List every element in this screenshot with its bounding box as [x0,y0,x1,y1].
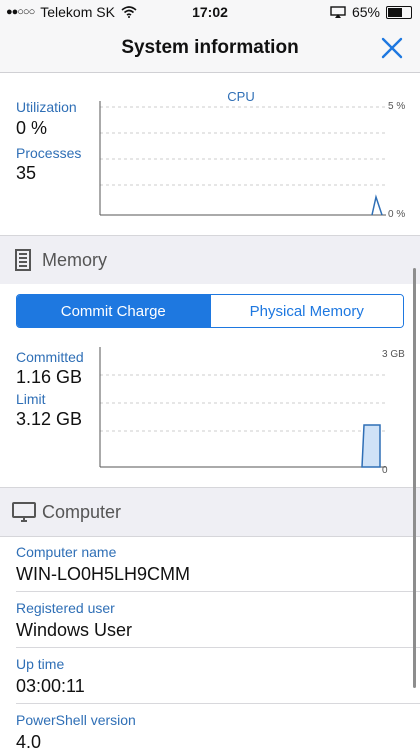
memory-chart [96,345,386,471]
cpu-y-max-label: 5 % [388,101,406,112]
cpu-section: Utilization 0 % Processes 35 CPU 5 % 0 % [0,73,420,233]
tab-commit-charge[interactable]: Commit Charge [17,295,210,327]
computer-header-title: Computer [42,502,122,522]
memory-chart-plot [99,347,386,468]
limit-label: Limit [16,391,46,407]
battery-percent: 65% [351,4,380,20]
battery-icon [386,5,412,19]
content-scroll-area[interactable]: Utilization 0 % Processes 35 CPU 5 % 0 % [0,73,420,750]
monitor-icon [12,502,36,522]
airplay-icon [330,6,346,18]
status-bar: ●●○○○ Telekom SK 17:02 65% [0,0,420,24]
navigation-bar: System information [0,24,420,73]
close-icon[interactable] [378,34,406,62]
committed-label: Committed [16,349,84,365]
utilization-value: 0 % [16,118,48,138]
memory-y-max-label: 3 GB [382,349,405,360]
memory-y-min-label: 0 [382,465,388,476]
page-title: System information [121,37,299,58]
limit-value: 3.12 GB [16,409,83,429]
memory-icon [15,249,31,271]
list-item: Registered user Windows User [0,592,420,648]
computer-section-header: Computer [0,487,420,537]
memory-segmented-control: Commit Charge Physical Memory [16,294,404,328]
registered-user-label: Registered user [16,600,115,616]
memory-section-header: Memory [0,235,420,285]
list-item: PowerShell version 4.0 [0,704,420,750]
cpu-chart: CPU [96,87,386,219]
up-time-value: 03:00:11 [16,676,85,696]
committed-value: 1.16 GB [16,367,83,387]
utilization-label: Utilization [16,99,77,115]
computer-name-label: Computer name [16,544,117,560]
tab-physical-memory[interactable]: Physical Memory [209,295,403,327]
powershell-version-label: PowerShell version [16,712,136,728]
cpu-chart-plot [99,101,386,216]
list-item: Up time 03:00:11 [0,648,420,704]
computer-name-value: WIN-LO0H5LH9CMM [16,564,191,584]
registered-user-value: Windows User [16,620,133,640]
cpu-y-min-label: 0 % [388,209,406,220]
processes-label: Processes [16,145,82,161]
up-time-label: Up time [16,656,65,672]
powershell-version-value: 4.0 [16,732,42,750]
memory-header-title: Memory [42,250,108,270]
processes-value: 35 [16,163,37,183]
scrollbar[interactable] [413,268,416,688]
list-item: Computer name WIN-LO0H5LH9CMM [0,536,420,592]
